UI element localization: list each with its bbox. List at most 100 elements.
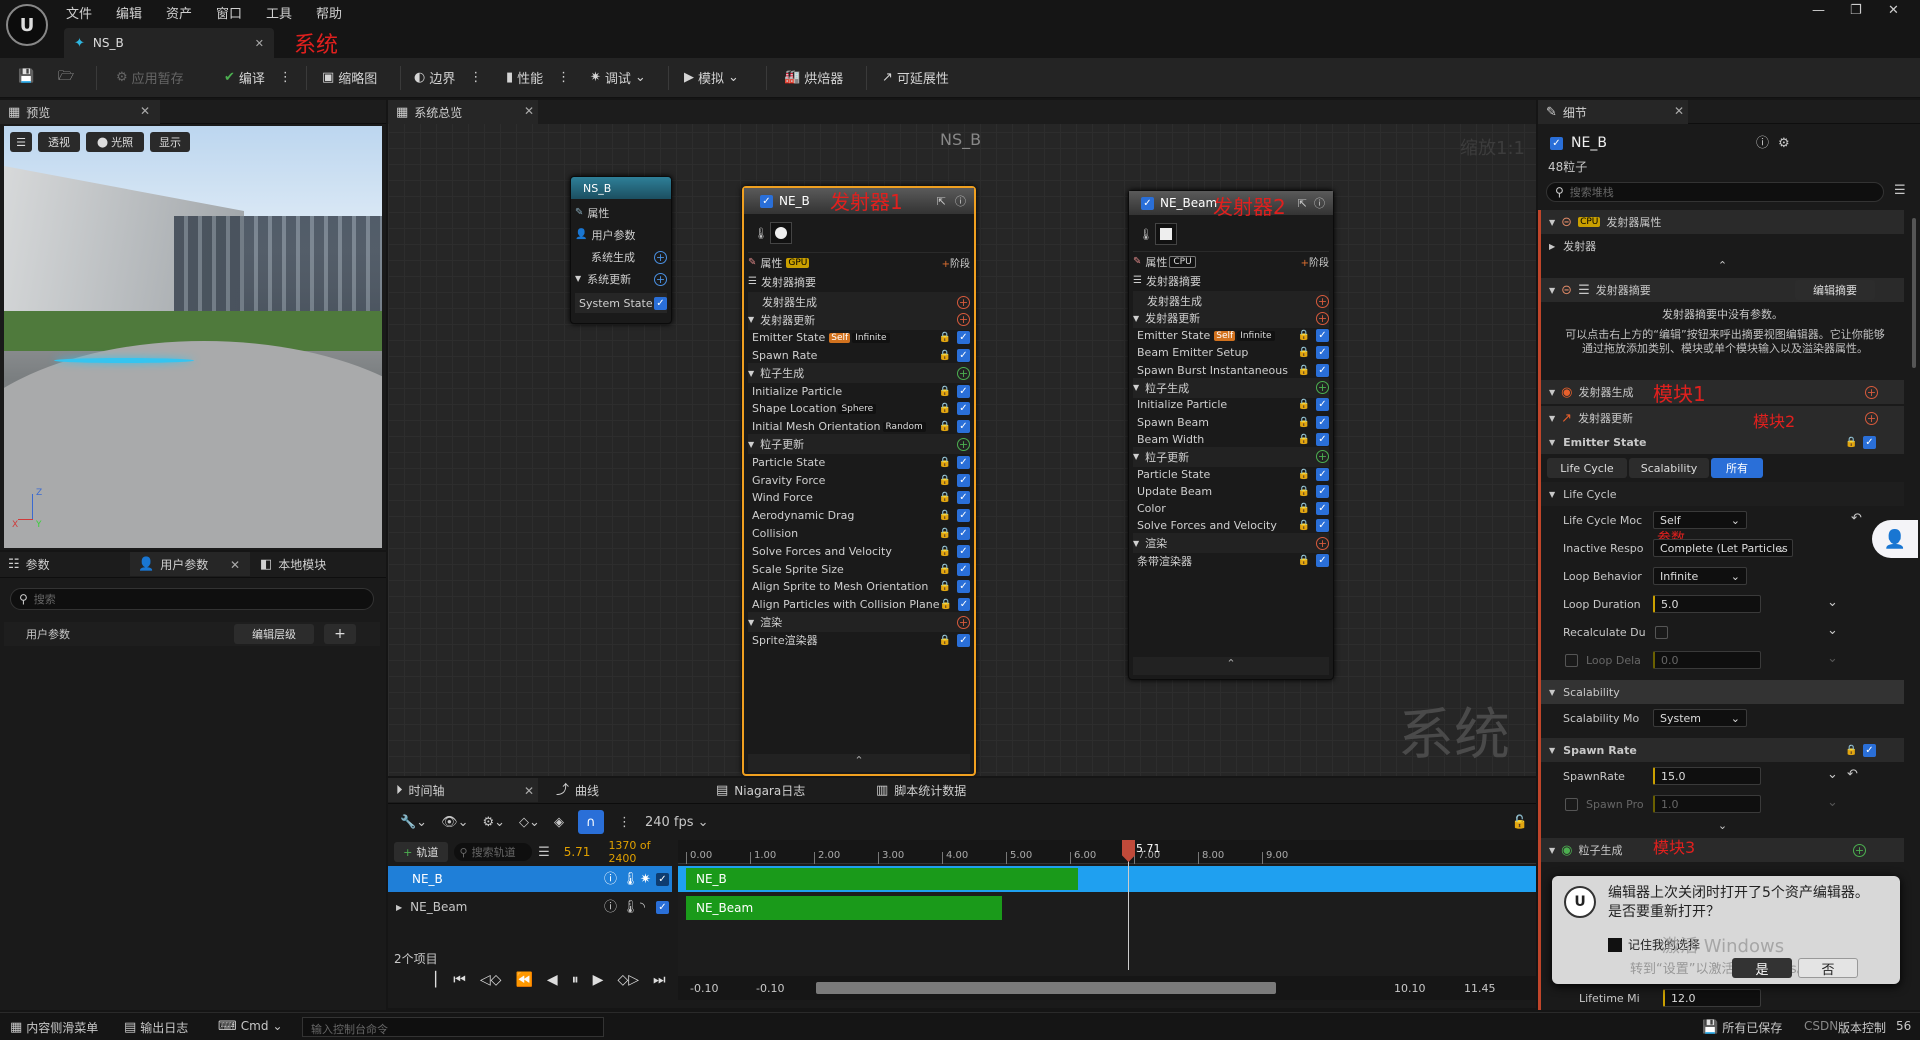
- menu-asset[interactable]: 资产: [166, 3, 192, 22]
- emitter-update-section[interactable]: ▼ ↗ 发射器更新 +: [1541, 406, 1904, 430]
- stage-button[interactable]: +阶段: [1301, 254, 1329, 269]
- add-icon[interactable]: +: [957, 295, 970, 309]
- add-icon[interactable]: +: [1865, 411, 1878, 425]
- add-param-button[interactable]: +: [324, 624, 356, 644]
- enable-checkbox[interactable]: ✓: [957, 402, 970, 416]
- scalability-button[interactable]: ↗ 可延展性: [882, 68, 949, 87]
- lock-icon[interactable]: 🔒: [939, 421, 951, 432]
- more-icon[interactable]: ⋮: [618, 816, 631, 829]
- enable-checkbox[interactable]: ✓: [957, 491, 970, 505]
- lock-icon[interactable]: 🔒: [1298, 520, 1310, 531]
- chevron-down-icon[interactable]: ⌄: [1827, 652, 1838, 665]
- chevron-down-icon[interactable]: ⌄: [1827, 796, 1838, 809]
- compile-button[interactable]: ✔ 编译 ⋮: [224, 68, 292, 87]
- lock-icon[interactable]: 🔒: [939, 475, 951, 486]
- add-icon[interactable]: +: [957, 437, 970, 451]
- viewport-menu-button[interactable]: ☰: [10, 132, 32, 152]
- add-icon[interactable]: +: [957, 366, 970, 380]
- tab-system-overview[interactable]: ▦ 系统总览: [388, 100, 538, 124]
- emitter-node-ne-b[interactable]: ✓ NE_B ⇱ ⓘ 发射器1 🌡 ✎ 属性 GPU +阶段 ☰ 发射器摘要 发射器生成…: [742, 186, 976, 776]
- edit-summary-button[interactable]: 编辑摘要: [1795, 280, 1875, 300]
- pause-icon[interactable]: ⏸: [572, 972, 579, 988]
- lock-icon[interactable]: 🔒: [1298, 469, 1310, 480]
- enable-checkbox[interactable]: ✓: [957, 455, 970, 469]
- scalability-mode-select[interactable]: System ⌄: [1653, 709, 1747, 727]
- enable-checkbox[interactable]: ✓: [957, 384, 970, 398]
- tab-curves[interactable]: ⤴ 曲线: [548, 778, 607, 802]
- play-icon[interactable]: ▶: [593, 972, 604, 988]
- save-icon[interactable]: 💾: [18, 70, 34, 83]
- enable-checkbox[interactable]: ✓: [1316, 398, 1329, 412]
- more-icon[interactable]: ⋮: [279, 71, 292, 84]
- enable-checkbox[interactable]: ✓: [1316, 363, 1329, 377]
- system-overview-graph[interactable]: NS_B 缩放1:1 系统 NS_B ✎ 属性 👤 用户参数 系统生成 + ▼ 系统更新…: [388, 100, 1536, 776]
- add-icon[interactable]: +: [1316, 536, 1329, 550]
- close-tab-icon[interactable]: ✕: [524, 104, 534, 118]
- enable-checkbox[interactable]: ✓: [1316, 329, 1329, 343]
- enable-checkbox[interactable]: ✓: [957, 331, 970, 345]
- expand-row[interactable]: ⌄: [1541, 816, 1904, 834]
- lock-icon[interactable]: 🔒: [939, 528, 951, 539]
- asset-tab[interactable]: ✦ NS_B ✕: [64, 28, 274, 58]
- loop-behavior-select[interactable]: Infinite ⌄: [1653, 567, 1747, 585]
- add-icon[interactable]: +: [957, 313, 970, 327]
- filter-all[interactable]: 所有: [1711, 458, 1763, 478]
- tab-params[interactable]: ☷ 参数: [0, 552, 128, 576]
- lock-icon[interactable]: 🔒: [1298, 434, 1310, 445]
- menu-help[interactable]: 帮助: [316, 3, 342, 22]
- spawn-probability-checkbox[interactable]: [1565, 797, 1578, 811]
- browse-icon[interactable]: 🗁: [58, 70, 74, 83]
- eye-icon[interactable]: 👁⌄: [441, 816, 468, 829]
- no-button[interactable]: 否: [1798, 958, 1858, 978]
- lock-icon[interactable]: 🔒: [939, 457, 951, 468]
- more-icon[interactable]: ⋮: [469, 71, 482, 84]
- keyframe-icon[interactable]: ◈: [554, 816, 564, 829]
- restore-icon[interactable]: ❐: [1850, 4, 1862, 17]
- enable-checkbox[interactable]: ✓: [957, 348, 970, 362]
- menu-file[interactable]: 文件: [66, 3, 92, 22]
- snap-settings-icon[interactable]: ⚙⌄: [483, 816, 506, 829]
- lit-button[interactable]: ● 光照: [86, 132, 144, 152]
- bounds-button[interactable]: ◐ 边界 ⋮: [414, 68, 482, 87]
- loop-delay-input[interactable]: 0.0: [1653, 651, 1761, 669]
- module-row[interactable]: Sprite渲染器 🔒 ✓: [748, 630, 970, 650]
- lifetime-input[interactable]: 12.0: [1663, 989, 1761, 1007]
- enable-checkbox[interactable]: ✓: [957, 473, 970, 487]
- source-control-button[interactable]: 版本控制: [1838, 1019, 1886, 1036]
- lock-icon[interactable]: 🔒: [939, 546, 951, 557]
- apply-button[interactable]: ⚙ 应用暂存: [116, 68, 184, 87]
- info-icon[interactable]: ⓘ: [604, 901, 617, 914]
- emitter1-props[interactable]: ✎ 属性 GPU +阶段: [748, 252, 970, 272]
- close-tab-icon[interactable]: ✕: [524, 784, 534, 798]
- enable-checkbox[interactable]: ✓: [1316, 467, 1329, 481]
- all-saved-button[interactable]: 💾 所有已保存: [1702, 1019, 1782, 1036]
- close-window-icon[interactable]: ✕: [1888, 4, 1899, 17]
- spawn-rate-row[interactable]: ▼ Spawn Rate 🔒 ✓: [1541, 738, 1904, 762]
- add-icon[interactable]: +: [1865, 385, 1878, 399]
- loop-duration-input[interactable]: 5.0: [1653, 595, 1761, 613]
- assistant-avatar[interactable]: 👤: [1872, 520, 1918, 558]
- lock-icon[interactable]: 🔒: [939, 350, 951, 361]
- close-tab-icon[interactable]: ✕: [1674, 104, 1684, 118]
- close-tab-icon[interactable]: ✕: [255, 38, 264, 49]
- reverse-icon[interactable]: ◀: [547, 972, 558, 988]
- next-key-icon[interactable]: ⏭: [653, 972, 666, 988]
- chevron-down-icon[interactable]: ⌄: [1827, 768, 1838, 781]
- filter-life-cycle[interactable]: Life Cycle: [1547, 458, 1627, 478]
- minimize-icon[interactable]: —: [1812, 4, 1825, 17]
- track-checkbox[interactable]: ✓: [656, 900, 669, 914]
- add-icon[interactable]: +: [1316, 294, 1329, 308]
- add-icon[interactable]: +: [654, 272, 667, 286]
- spawnrate-input[interactable]: 15.0: [1653, 767, 1761, 785]
- show-button[interactable]: 显示: [150, 132, 190, 152]
- track-bar-ne-b[interactable]: NE_B: [678, 866, 1536, 892]
- lock-icon[interactable]: 🔒: [1845, 745, 1857, 756]
- emitter-node-ne-beam[interactable]: ✓ NE_Beam ⇱ ⓘ 发射器2 🌡 ✎ 属性 CPU +阶段 ☰ 发射器摘要 发射…: [1128, 190, 1334, 680]
- tab-script-stats[interactable]: ▥ 脚本统计数据: [868, 778, 974, 802]
- enable-checkbox[interactable]: ✓: [957, 598, 970, 612]
- section-ne-b[interactable]: NE_B: [686, 868, 1078, 890]
- tab-timeline[interactable]: ⏵ 时间轴: [388, 778, 538, 802]
- track-ne-b[interactable]: NE_B ⓘ 🌡 ✷ ✓: [388, 866, 672, 892]
- prev-key-icon[interactable]: ⏮: [453, 972, 466, 988]
- content-drawer-button[interactable]: ▦ 内容侧滑菜单: [10, 1019, 98, 1036]
